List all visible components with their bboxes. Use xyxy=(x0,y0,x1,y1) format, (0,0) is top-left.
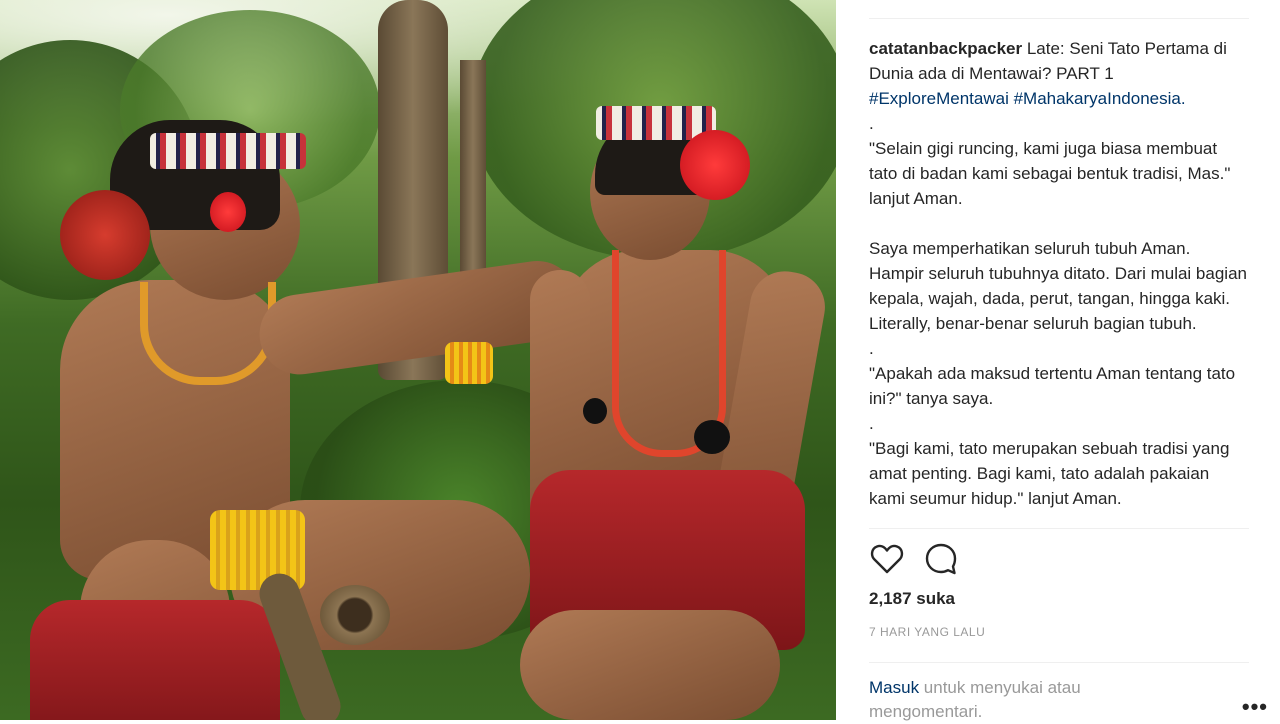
caption-hashtags[interactable]: #ExploreMentawai #MahakaryaIndonesia. xyxy=(869,89,1186,108)
man-bracelet xyxy=(445,342,493,384)
heart-icon xyxy=(870,544,904,574)
divider xyxy=(869,528,1249,529)
woman-flower xyxy=(680,130,750,200)
like-count[interactable]: 2,187 suka xyxy=(869,589,955,609)
login-prompt: Masuk untuk menyukai atau mengomentari. xyxy=(869,676,1169,724)
like-button[interactable] xyxy=(869,541,905,577)
comment-icon xyxy=(925,543,957,575)
bamboo-tube xyxy=(320,585,390,645)
caption-username[interactable]: catatanbackpacker xyxy=(869,39,1022,58)
divider xyxy=(869,662,1249,663)
login-link[interactable]: Masuk xyxy=(869,678,919,697)
censor-dot xyxy=(694,420,730,454)
man-flower xyxy=(210,192,246,232)
caption-paragraph: "Apakah ada maksud tertentu Aman tentang… xyxy=(869,364,1236,408)
woman-figure xyxy=(500,0,836,720)
caption-paragraph: . xyxy=(869,414,874,433)
caption-header: catatanbackpacker Late: Seni Tato Pertam… xyxy=(869,36,1249,111)
divider xyxy=(869,18,1249,19)
post-photo[interactable] xyxy=(0,0,836,720)
man-loincloth xyxy=(30,600,280,720)
caption-paragraph: . xyxy=(869,339,874,358)
man-headwrap xyxy=(60,190,150,280)
caption-paragraph: . xyxy=(869,114,874,133)
caption-blank xyxy=(869,211,1249,236)
more-options-button[interactable]: ••• xyxy=(1242,694,1268,720)
post-caption[interactable]: catatanbackpacker Late: Seni Tato Pertam… xyxy=(869,36,1249,526)
comment-button[interactable] xyxy=(923,541,959,577)
caption-paragraph: "Selain gigi runcing, kami juga biasa me… xyxy=(869,139,1231,208)
man-figure xyxy=(0,0,583,720)
caption-paragraph: Saya memperhatikan seluruh tubuh Aman. H… xyxy=(869,239,1247,333)
man-headband xyxy=(150,133,306,169)
post-side-panel: catatanbackpacker Late: Seni Tato Pertam… xyxy=(836,0,1280,721)
woman-leg xyxy=(520,610,780,720)
post-actions xyxy=(869,541,959,577)
man-necklace xyxy=(140,282,276,385)
post-timestamp[interactable]: 7 HARI YANG LALU xyxy=(869,625,985,639)
caption-paragraph: "Bagi kami, tato merupakan sebuah tradis… xyxy=(869,439,1230,508)
censor-dot xyxy=(583,398,607,424)
